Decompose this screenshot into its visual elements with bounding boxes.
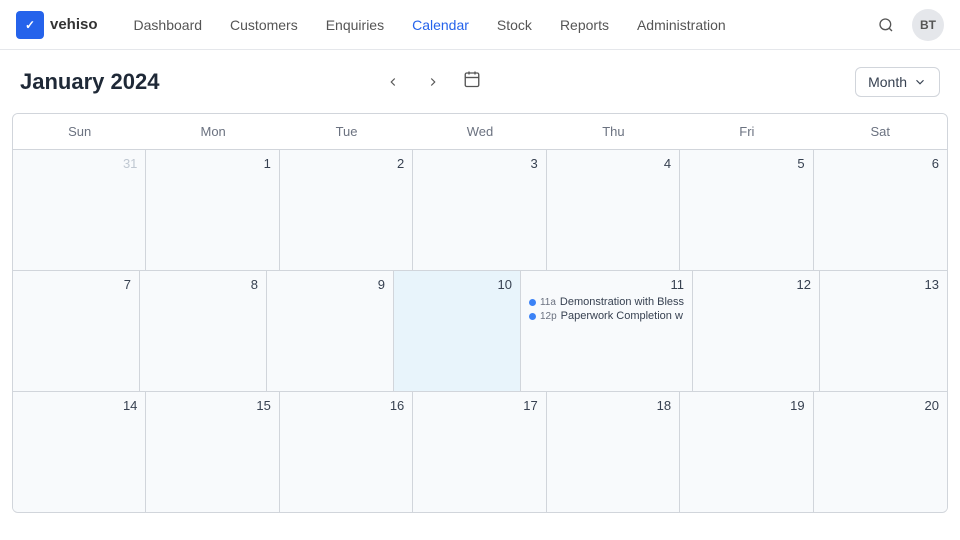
cell-date: 1 [154,156,270,171]
calendar-cell[interactable]: 31 [13,150,146,270]
calendar-cell[interactable]: 16 [280,392,413,512]
day-header-tue: Tue [280,114,413,149]
cell-date: 10 [402,277,512,292]
cell-date: 3 [421,156,537,171]
day-header-sun: Sun [13,114,146,149]
calendar-wrap: SunMonTueWedThuFriSat 31123456789101111a… [0,113,960,525]
cell-date: 5 [688,156,804,171]
next-month-button[interactable] [419,68,447,96]
cell-date: 4 [555,156,671,171]
event-dot [529,313,536,320]
cell-date: 19 [688,398,804,413]
calendar-event[interactable]: 12p Paperwork Completion w [529,310,684,322]
calendar-cell[interactable]: 17 [413,392,546,512]
day-header-mon: Mon [146,114,279,149]
day-header-wed: Wed [413,114,546,149]
cell-date: 8 [148,277,258,292]
calendar-grid: SunMonTueWedThuFriSat 31123456789101111a… [12,113,948,513]
calendar-cell[interactable]: 11 11a Demonstration with Bless12p Paperwor… [521,271,693,391]
calendar-cell[interactable]: 7 [13,271,140,391]
cell-date: 6 [822,156,939,171]
cell-date: 12 [701,277,811,292]
calendar-header: January 2024 Month [0,50,960,113]
calendar-cell[interactable]: 13 [820,271,947,391]
cell-date: 11 [529,277,684,292]
navbar: ✓ vehiso DashboardCustomersEnquiriesCale… [0,0,960,50]
calendar-cell[interactable]: 2 [280,150,413,270]
calendar-title: January 2024 [20,69,367,95]
week-row: 7 8 9 10 11 11a Demonstration with Bless12p Pap… [13,271,947,392]
day-header-fri: Fri [680,114,813,149]
prev-month-button[interactable] [379,68,407,96]
nav-link-calendar[interactable]: Calendar [400,11,481,39]
day-header-sat: Sat [814,114,947,149]
logo-icon-text: ✓ [25,18,35,32]
avatar[interactable]: BT [912,9,944,41]
nav-link-enquiries[interactable]: Enquiries [314,11,396,39]
view-select[interactable]: Month [855,67,940,97]
search-button[interactable] [870,9,902,41]
chevron-down-icon [913,75,927,89]
logo[interactable]: ✓ vehiso [16,11,98,39]
calendar-cell[interactable]: 9 [267,271,394,391]
cell-date: 15 [154,398,270,413]
week-row: 14 15 16 17 18 19 20 [13,392,947,512]
cell-date: 7 [21,277,131,292]
cell-date: 13 [828,277,939,292]
event-dot [529,299,536,306]
nav-link-stock[interactable]: Stock [485,11,544,39]
calendar-cell[interactable]: 1 [146,150,279,270]
calendar-cell[interactable]: 12 [693,271,820,391]
event-title: Demonstration with Bless [560,296,684,308]
week-row: 31 1 2 3 4 5 6 [13,150,947,271]
calendar-cell[interactable]: 3 [413,150,546,270]
calendar-event[interactable]: 11a Demonstration with Bless [529,296,684,308]
view-select-label: Month [868,74,907,90]
calendar-cell[interactable]: 15 [146,392,279,512]
nav-link-dashboard[interactable]: Dashboard [122,11,215,39]
nav-link-reports[interactable]: Reports [548,11,621,39]
calendar-cell[interactable]: 19 [680,392,813,512]
cell-date: 14 [21,398,137,413]
event-time: 11a [540,297,556,308]
cell-date: 31 [21,156,137,171]
calendar-cell[interactable]: 4 [547,150,680,270]
calendar-cell[interactable]: 5 [680,150,813,270]
day-header-thu: Thu [547,114,680,149]
cell-date: 16 [288,398,404,413]
cell-date: 2 [288,156,404,171]
logo-icon: ✓ [16,11,44,39]
calendar-cell[interactable]: 6 [814,150,947,270]
calendar-cell[interactable]: 18 [547,392,680,512]
logo-text: vehiso [50,16,98,33]
cell-date: 17 [421,398,537,413]
calendar-cell[interactable]: 14 [13,392,146,512]
nav-link-administration[interactable]: Administration [625,11,738,39]
event-time: 12p [540,311,557,322]
days-header: SunMonTueWedThuFriSat [13,114,947,150]
calendar-cell[interactable]: 20 [814,392,947,512]
cell-date: 18 [555,398,671,413]
calendar-cell[interactable]: 8 [140,271,267,391]
cell-date: 20 [822,398,939,413]
cell-date: 9 [275,277,385,292]
nav-actions: BT [870,9,944,41]
calendar-weeks: 31123456789101111aDemonstration with Ble… [13,150,947,512]
today-button[interactable] [459,66,485,97]
nav-links: DashboardCustomersEnquiriesCalendarStock… [122,11,870,39]
nav-link-customers[interactable]: Customers [218,11,310,39]
event-title: Paperwork Completion w [561,310,683,322]
calendar-cell[interactable]: 10 [394,271,521,391]
